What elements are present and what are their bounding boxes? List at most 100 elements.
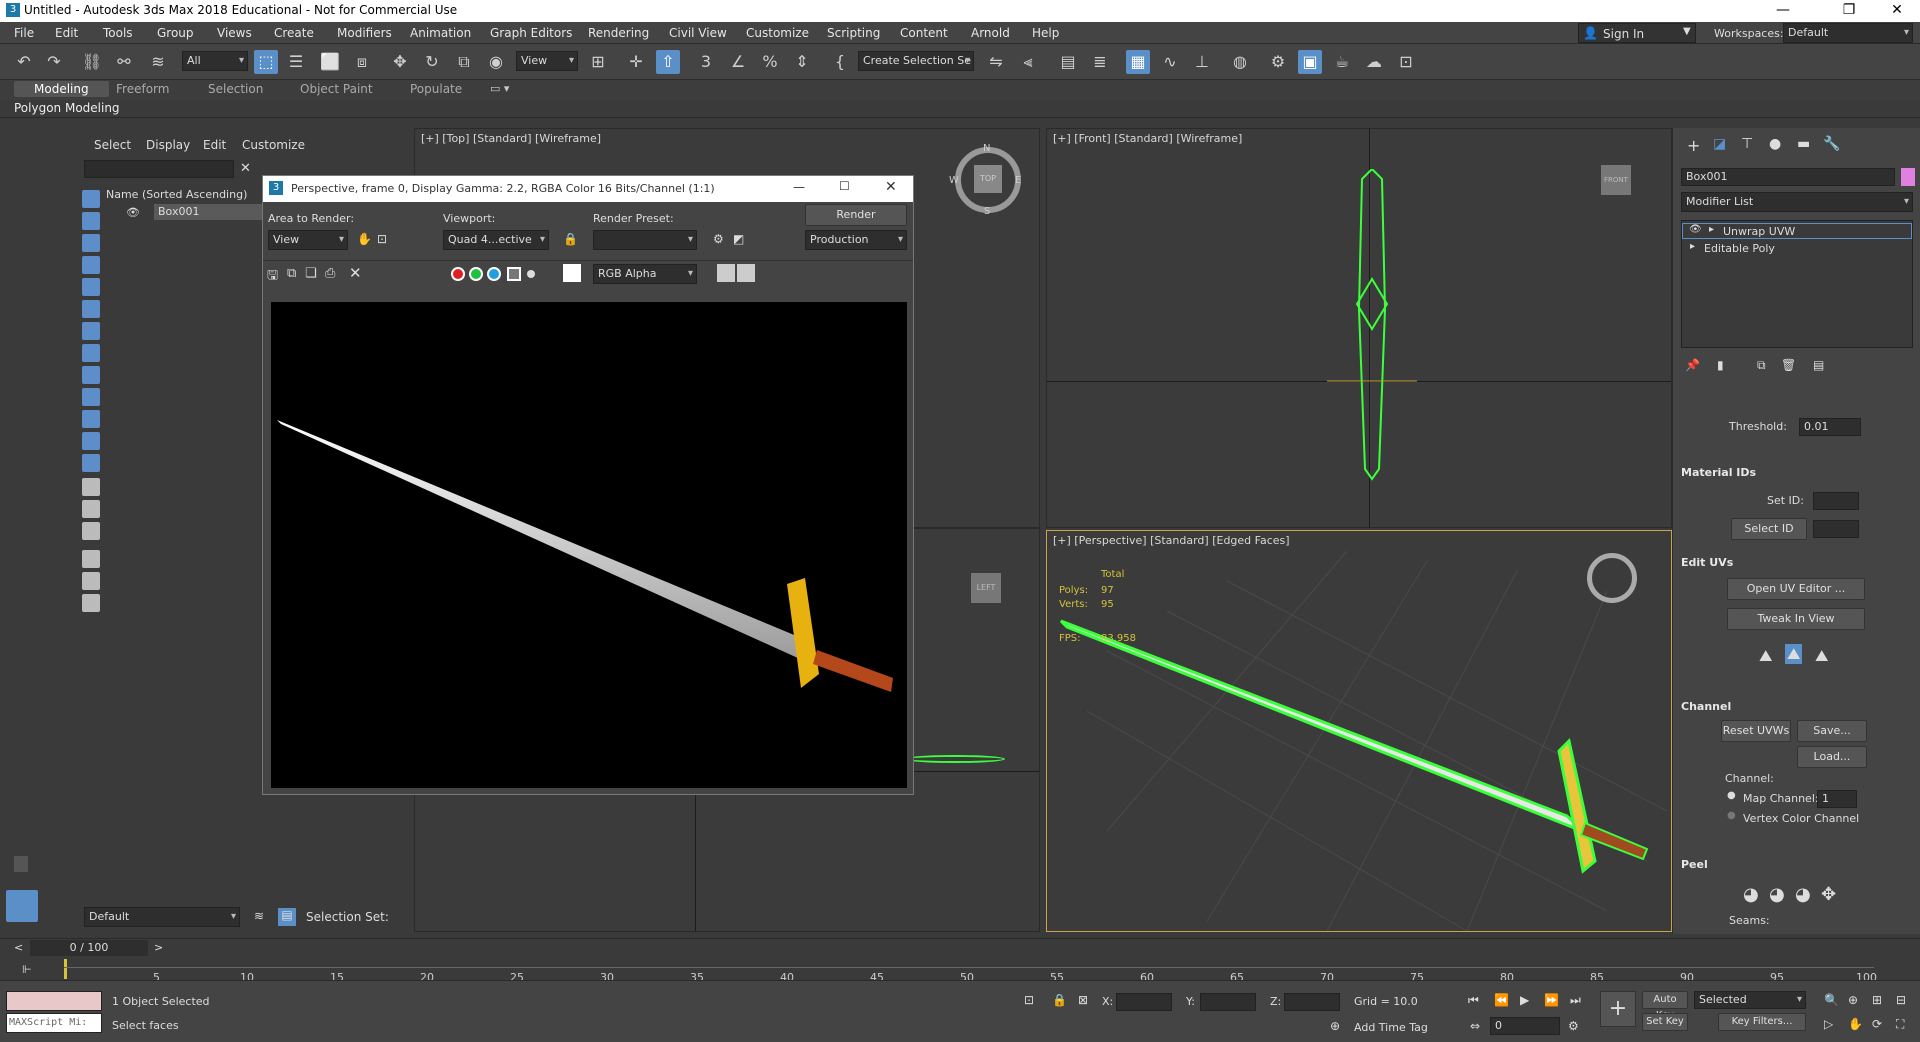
tab-freeform[interactable]: Freeform <box>116 82 169 96</box>
lock-icon[interactable]: 🔒 <box>563 232 578 246</box>
render-in-cloud-icon[interactable]: ☁ <box>1362 50 1386 74</box>
threshold-spinner[interactable]: 0.01 <box>1799 418 1861 436</box>
scene-row-box001[interactable]: Box001 <box>154 204 264 220</box>
sign-in-dropdown[interactable]: 👤 Sign In ▼ <box>1578 23 1696 43</box>
scene-explorer-icon[interactable]: ▤ <box>1056 50 1080 74</box>
green-channel-icon[interactable] <box>469 267 483 281</box>
zoom-extents-all-icon[interactable]: ⊟ <box>1896 993 1906 1007</box>
viewcube-top[interactable]: TOP <box>974 165 1002 193</box>
time-tag-icon[interactable]: ⊕ <box>1330 1019 1340 1033</box>
zoom-extents-icon[interactable]: ⊞ <box>1872 993 1882 1007</box>
maximize-viewport-icon[interactable]: ⛶ <box>1896 1017 1904 1032</box>
window-crossing-icon[interactable]: ⧈ <box>350 50 374 74</box>
workspace-dropdown[interactable]: Default <box>1783 23 1913 43</box>
menu-civil-view[interactable]: Civil View <box>669 26 727 40</box>
filter-selected-icon[interactable] <box>82 572 100 590</box>
scene-menu-display[interactable]: Display <box>146 138 190 152</box>
layers-icon[interactable]: ≋ <box>254 909 264 923</box>
select-id-spinner[interactable] <box>1813 520 1859 538</box>
display-frozen-icon[interactable] <box>82 432 100 450</box>
display-cameras-icon[interactable] <box>82 278 100 296</box>
eye-icon[interactable]: 👁 <box>1689 224 1702 235</box>
maxscript-listener-output[interactable] <box>6 991 102 1011</box>
display-none-icon[interactable] <box>82 190 100 208</box>
object-color-swatch[interactable] <box>1901 168 1915 186</box>
map-channel-spinner[interactable]: 1 <box>1817 790 1857 808</box>
x-coordinate-field[interactable] <box>1116 993 1172 1011</box>
timeline-next-icon[interactable]: > <box>154 941 163 954</box>
display-none-toggle-icon[interactable] <box>82 500 100 518</box>
mirror-icon[interactable]: ⇋ <box>984 50 1008 74</box>
expand-arrow-icon[interactable] <box>14 856 28 872</box>
vertex-color-radio[interactable]: ● <box>1727 810 1736 821</box>
toggle-overlay-icon[interactable] <box>737 264 755 282</box>
set-id-spinner[interactable] <box>1813 492 1859 510</box>
print-image-icon[interactable]: ⎙ <box>325 266 335 281</box>
layer-dropdown[interactable]: Default <box>84 907 240 927</box>
scene-search-input[interactable] <box>84 160 234 178</box>
unlink-icon[interactable]: ⚯ <box>112 50 136 74</box>
display-tab-icon[interactable]: ▬ <box>1797 136 1810 152</box>
uv-flatten-icon[interactable]: ⛰ <box>1815 646 1828 666</box>
menu-graph-editors[interactable]: Graph Editors <box>490 26 572 40</box>
reference-coordinate-dropdown[interactable]: View <box>516 51 578 71</box>
render-setup-small-icon[interactable]: ⚙ <box>713 232 724 246</box>
viewport-dropdown[interactable]: Quad 4...ective <box>443 230 549 250</box>
viewcube-front[interactable]: FRONT <box>1601 165 1631 195</box>
set-key-button[interactable]: Set Key <box>1642 1013 1688 1031</box>
display-lights-icon[interactable] <box>82 256 100 274</box>
spinner-snap-icon[interactable]: ⇕ <box>790 50 814 74</box>
red-channel-icon[interactable] <box>451 267 465 281</box>
render-production-icon[interactable]: ☕ <box>1330 50 1354 74</box>
align-icon[interactable]: ⫷ <box>1016 50 1040 74</box>
production-dropdown[interactable]: Production <box>805 230 907 250</box>
minimize-button[interactable]: — <box>1760 0 1806 22</box>
pin-stack-icon[interactable]: 📌 <box>1685 358 1700 372</box>
restore-button[interactable]: ❐ <box>1826 0 1872 22</box>
tab-object-paint[interactable]: Object Paint <box>300 82 373 96</box>
percent-snap-icon[interactable]: % <box>758 50 782 74</box>
select-by-name-icon[interactable]: ☰ <box>284 50 308 74</box>
edit-region-icon[interactable]: ✋ <box>357 232 372 246</box>
scale-icon[interactable]: ⧉ <box>452 50 476 74</box>
bind-space-warp-icon[interactable]: ≋ <box>146 50 170 74</box>
tab-selection[interactable]: Selection <box>208 82 263 96</box>
absolute-mode-icon[interactable]: ⊠ <box>1078 993 1088 1007</box>
pan-icon[interactable]: ✋ <box>1848 1017 1863 1031</box>
zoom-icon[interactable]: 🔍 <box>1824 993 1839 1007</box>
mono-channel-icon[interactable] <box>527 270 535 278</box>
menu-views[interactable]: Views <box>217 26 252 40</box>
column-header[interactable]: Name (Sorted Ascending) <box>106 188 247 201</box>
utilities-tab-icon[interactable]: 🔧 <box>1823 136 1840 152</box>
selection-lock-icon[interactable]: 🔒 <box>1052 993 1067 1007</box>
expand-icon[interactable]: ▸ <box>1709 224 1714 235</box>
edit-named-selection-icon[interactable]: { <box>828 50 852 74</box>
go-to-end-icon[interactable]: ⏭ <box>1570 993 1581 1008</box>
a360-gallery-icon[interactable]: ⊡ <box>1394 50 1418 74</box>
menu-group[interactable]: Group <box>157 26 194 40</box>
color-swatch[interactable] <box>563 264 581 282</box>
display-hidden-icon[interactable] <box>82 454 100 472</box>
render-setup-icon[interactable]: ⚙ <box>1266 50 1290 74</box>
display-spacewarps-icon[interactable] <box>82 322 100 340</box>
scene-menu-customize[interactable]: Customize <box>242 138 305 152</box>
expand-icon[interactable]: ▸ <box>1690 241 1695 252</box>
viewcube-perspective[interactable] <box>1587 553 1637 603</box>
viewport-front[interactable]: [+] [Front] [Standard] [Wireframe] FRONT <box>1046 128 1672 528</box>
open-uv-editor-button[interactable]: Open UV Editor ... <box>1727 578 1865 600</box>
clone-window-icon[interactable]: ❏ <box>305 266 317 281</box>
display-channel-dropdown[interactable]: RGB Alpha <box>593 264 697 284</box>
viewport-layout-icon[interactable] <box>6 890 38 922</box>
display-all-icon[interactable] <box>82 478 100 496</box>
mini-curve-editor-icon[interactable]: ⊩ <box>22 963 32 976</box>
reset-peel-icon[interactable]: ◕ <box>1795 884 1811 905</box>
uv-tweak-icon[interactable]: ⛰ <box>1785 644 1803 664</box>
load-button[interactable]: Load... <box>1797 746 1867 768</box>
clear-search-icon[interactable]: ✕ <box>240 161 251 176</box>
scene-menu-edit[interactable]: Edit <box>203 138 226 152</box>
menu-animation[interactable]: Animation <box>410 26 471 40</box>
snaps-toggle-icon[interactable]: 3 <box>694 50 718 74</box>
uv-select-icon[interactable]: ⛰ <box>1759 646 1772 666</box>
tab-modeling[interactable]: Modeling <box>14 81 109 97</box>
edit-uvs-header[interactable]: Edit UVs <box>1681 556 1733 569</box>
